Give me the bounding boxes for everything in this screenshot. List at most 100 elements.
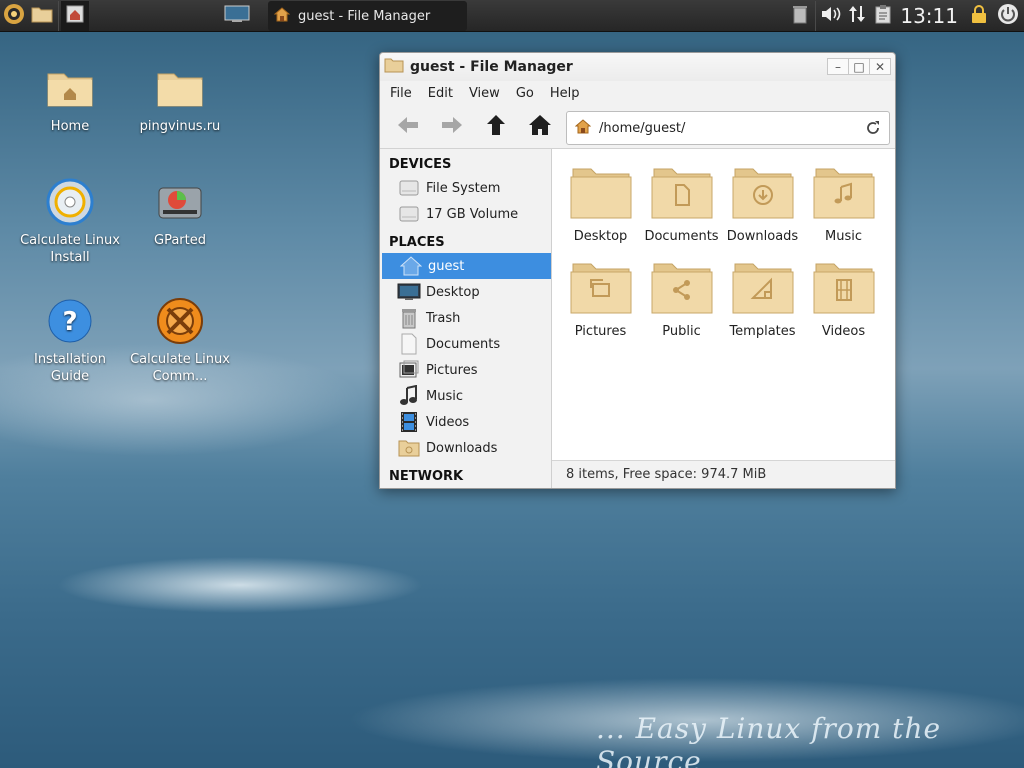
side-pane: DEVICES File System 17 GB Volume PLACES … [380,149,552,488]
desktop-icon-label: Calculate Linux Comm... [130,352,230,384]
folder-icon [569,163,633,221]
music-icon [397,385,421,407]
menu-go[interactable]: Go [508,86,542,101]
sidebar-item-desktop[interactable]: Desktop [380,279,551,305]
menu-view[interactable]: View [461,86,508,101]
menu-edit[interactable]: Edit [420,86,461,101]
file-manager-window: guest - File Manager – □ ✕ File Edit Vie… [379,52,896,489]
sidebar-item-videos[interactable]: Videos [380,409,551,435]
taskbar-file-manager[interactable]: guest - File Manager [268,1,467,31]
sidebar-item-guest[interactable]: guest [382,253,551,279]
tray-separator [815,1,817,31]
file-item-templates[interactable]: Templates [722,258,803,353]
desktop-icon [224,5,250,27]
desktop-icon-calculate-install[interactable]: Calculate Linux Install [15,176,125,266]
file-item-documents[interactable]: Documents [641,163,722,258]
file-item-desktop[interactable]: Desktop [560,163,641,258]
file-item-videos[interactable]: Videos [803,258,884,353]
folder-icon [154,62,206,114]
clipboard-button[interactable] [870,1,896,31]
show-desktop-button[interactable] [219,1,255,31]
home-icon [574,118,592,138]
desktop-icon-label: Calculate Linux Install [20,233,120,265]
clipboard-icon [875,4,891,28]
app-menu-button[interactable] [0,1,28,31]
file-manager-launcher[interactable] [28,1,56,31]
help-icon: ? [44,295,96,347]
network-button[interactable] [844,1,870,31]
sidebar-item-label: Videos [426,414,470,430]
trash-icon [792,4,808,28]
status-text: 8 items, Free space: 974.7 MiB [566,467,767,482]
desktop-icon-calculate-community[interactable]: Calculate Linux Comm... [125,295,235,385]
folder-icon [384,57,404,77]
desktop-icon-label: pingvinus.ru [139,119,221,134]
file-item-label: Documents [644,229,719,244]
file-item-label: Videos [821,324,866,339]
location-path: /home/guest/ [599,120,686,136]
sidebar-item-file-system[interactable]: File System [380,175,551,201]
file-item-music[interactable]: Music [803,163,884,258]
trash-icon [397,307,421,329]
lock-screen-button[interactable] [966,1,992,31]
sidebar-item-trash[interactable]: Trash [380,305,551,331]
places-header: PLACES [389,235,445,250]
folder-downloads-icon [731,163,795,221]
back-button[interactable] [386,109,430,145]
minimize-button[interactable]: – [827,58,849,75]
file-item-pictures[interactable]: Pictures [560,258,641,353]
workspace-1-button[interactable] [61,0,89,31]
home-button[interactable] [518,109,562,145]
power-icon [997,3,1019,29]
arrow-left-icon [397,115,419,139]
sidebar-item-label: Desktop [426,284,480,300]
window-titlebar[interactable]: guest - File Manager – □ ✕ [380,53,895,81]
sidebar-item-music[interactable]: Music [380,383,551,409]
window-body: DEVICES File System 17 GB Volume PLACES … [380,149,895,488]
icon-view[interactable]: Desktop Documents Downloads Music Pictur… [552,149,895,488]
folder-music-icon [812,163,876,221]
desktop-icon-home[interactable]: Home [15,62,125,135]
menu-file[interactable]: File [382,86,420,101]
sidebar-item-label: 17 GB Volume [426,206,519,222]
status-bar: 8 items, Free space: 974.7 MiB [552,460,895,488]
maximize-button[interactable]: □ [848,58,870,75]
document-icon [397,333,421,355]
file-item-public[interactable]: Public [641,258,722,353]
clock[interactable]: 13:11 [896,4,966,28]
forward-button[interactable] [430,109,474,145]
home-window-icon [66,5,84,27]
folder-pictures-icon [569,258,633,316]
desktop-icon-pingvinus[interactable]: pingvinus.ru [125,62,235,135]
desktop-icon-label: Home [50,119,90,134]
videos-icon [397,411,421,433]
sidebar-item-label: Pictures [426,362,478,378]
trash-tray-button[interactable] [787,1,813,31]
desktop-icon-gparted[interactable]: GParted [125,176,235,249]
menu-help[interactable]: Help [542,86,588,101]
file-item-label: Desktop [573,229,628,244]
sidebar-item-17gb-volume[interactable]: 17 GB Volume [380,201,551,227]
sidebar-item-downloads[interactable]: Downloads [380,435,551,461]
sidebar-item-pictures[interactable]: Pictures [380,357,551,383]
sidebar-item-documents[interactable]: Documents [380,331,551,357]
reload-icon[interactable] [865,120,881,140]
desktop-icon-label: GParted [154,233,206,248]
drive-icon [397,203,421,225]
folder-videos-icon [812,258,876,316]
file-item-label: Templates [729,324,796,339]
location-bar[interactable]: /home/guest/ [566,111,890,145]
file-item-downloads[interactable]: Downloads [722,163,803,258]
sidebar-item-label: Trash [426,310,461,326]
home-icon [273,6,291,26]
taskbar-label: guest - File Manager [298,8,431,24]
close-button[interactable]: ✕ [869,58,891,75]
sidebar-item-label: guest [428,258,465,274]
sidebar-item-label: Music [426,388,463,404]
up-button[interactable] [474,109,518,145]
power-button[interactable] [992,1,1024,31]
desktop-icon-installation-guide[interactable]: ? Installation Guide [15,295,125,385]
volume-button[interactable] [818,1,844,31]
lock-icon [970,4,988,28]
top-panel: guest - File Manager 13:11 [0,0,1024,32]
